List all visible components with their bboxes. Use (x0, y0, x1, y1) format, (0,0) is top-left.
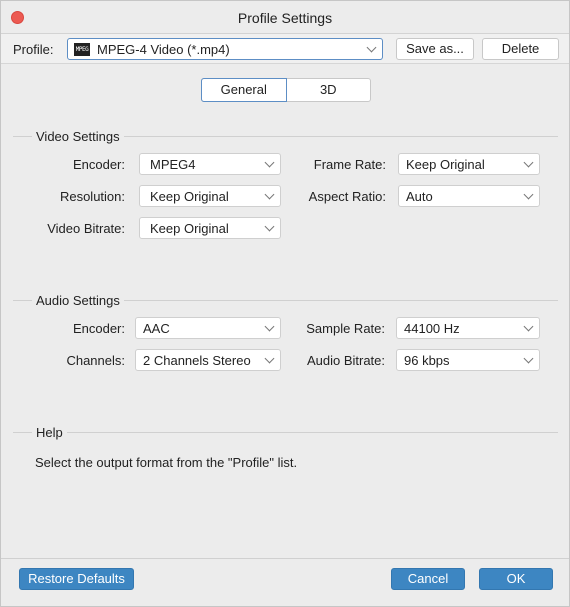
frame-rate-select[interactable]: Keep Original (398, 153, 540, 175)
video-settings-title: Video Settings (32, 129, 124, 144)
resolution-value: Keep Original (150, 189, 229, 204)
chevron-down-icon (264, 353, 275, 364)
restore-defaults-button[interactable]: Restore Defaults (19, 568, 134, 590)
resolution-select[interactable]: Keep Original (139, 185, 281, 207)
video-bitrate-select[interactable]: Keep Original (139, 217, 281, 239)
profile-row: Profile: MPEG MPEG-4 Video (*.mp4) Save … (1, 34, 569, 64)
aspect-ratio-select[interactable]: Auto (398, 185, 540, 207)
channels-select[interactable]: 2 Channels Stereo (135, 349, 281, 371)
save-as-button[interactable]: Save as... (396, 38, 474, 60)
aspect-ratio-value: Auto (406, 189, 433, 204)
video-encoder-label: Encoder: (72, 157, 125, 172)
audio-bitrate-label: Audio Bitrate: (306, 353, 385, 368)
help-title: Help (32, 425, 67, 440)
channels-label: Channels: (66, 353, 125, 368)
profile-label: Profile: (13, 42, 54, 57)
sample-rate-value: 44100 Hz (404, 321, 460, 336)
resolution-label: Resolution: (59, 189, 125, 204)
title-bar: Profile Settings (1, 1, 569, 34)
footer-divider (1, 558, 569, 559)
video-encoder-value: MPEG4 (150, 157, 196, 172)
tab-3d[interactable]: 3D (287, 79, 371, 101)
tab-bar: General 3D (201, 78, 371, 102)
cancel-button[interactable]: Cancel (391, 568, 465, 590)
aspect-ratio-label: Aspect Ratio: (308, 189, 386, 204)
sample-rate-label: Sample Rate: (306, 321, 385, 336)
video-encoder-select[interactable]: MPEG4 (139, 153, 281, 175)
chevron-down-icon (523, 321, 534, 332)
chevron-down-icon (264, 157, 275, 168)
audio-encoder-select[interactable]: AAC (135, 317, 281, 339)
chevron-down-icon (366, 42, 377, 53)
chevron-down-icon (523, 157, 534, 168)
tab-general[interactable]: General (201, 78, 287, 102)
profile-value: MPEG-4 Video (*.mp4) (97, 42, 230, 57)
chevron-down-icon (523, 353, 534, 364)
delete-button[interactable]: Delete (482, 38, 559, 60)
audio-bitrate-select[interactable]: 96 kbps (396, 349, 540, 371)
frame-rate-label: Frame Rate: (313, 157, 386, 172)
audio-bitrate-value: 96 kbps (404, 353, 450, 368)
chevron-down-icon (264, 189, 275, 200)
chevron-down-icon (264, 221, 275, 232)
audio-encoder-value: AAC (143, 321, 170, 336)
frame-rate-value: Keep Original (406, 157, 485, 172)
window-title: Profile Settings (237, 10, 333, 26)
video-bitrate-label: Video Bitrate: (47, 221, 125, 236)
mpeg-file-icon: MPEG (74, 43, 90, 56)
sample-rate-select[interactable]: 44100 Hz (396, 317, 540, 339)
help-divider (13, 432, 558, 433)
chevron-down-icon (264, 321, 275, 332)
chevron-down-icon (523, 189, 534, 200)
audio-settings-title: Audio Settings (32, 293, 124, 308)
profile-settings-window: Profile Settings Profile: MPEG MPEG-4 Vi… (0, 0, 570, 607)
audio-encoder-label: Encoder: (72, 321, 125, 336)
help-text: Select the output format from the "Profi… (35, 455, 298, 470)
ok-button[interactable]: OK (479, 568, 553, 590)
profile-select[interactable]: MPEG MPEG-4 Video (*.mp4) (67, 38, 383, 60)
channels-value: 2 Channels Stereo (143, 353, 251, 368)
video-bitrate-value: Keep Original (150, 221, 229, 236)
